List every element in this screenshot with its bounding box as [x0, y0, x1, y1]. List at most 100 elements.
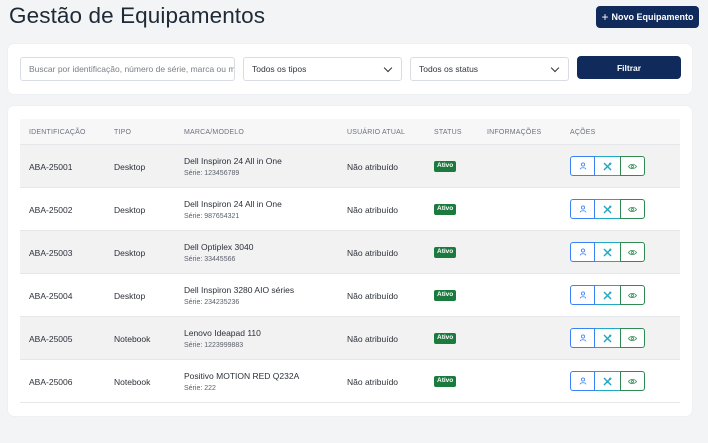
table-row: ABA-25003 Desktop Dell Optiplex 3040 Série:… — [20, 231, 680, 274]
column-header-type: TIPO — [114, 129, 132, 136]
maintenance-button[interactable] — [595, 242, 620, 262]
view-eye-icon — [628, 335, 637, 341]
equipment-brand-model: Dell Inspiron 24 All in One — [184, 156, 282, 166]
status-badge: Ativo — [434, 376, 457, 387]
view-details-button[interactable] — [620, 371, 645, 391]
assign-user-icon — [579, 334, 586, 342]
view-eye-icon — [628, 292, 637, 298]
assign-user-icon — [579, 291, 586, 299]
plus-icon: + — [601, 10, 609, 24]
filter-button[interactable]: Filtrar — [577, 56, 681, 79]
maintenance-tools-icon — [603, 377, 612, 385]
equipment-brand-model: Lenovo Ideapad 110 — [184, 328, 261, 338]
maintenance-tools-icon — [603, 291, 612, 299]
view-details-button[interactable] — [620, 156, 645, 176]
maintenance-tools-icon — [603, 162, 612, 170]
column-header-status: STATUS — [434, 129, 462, 136]
assign-user-button[interactable] — [570, 285, 595, 305]
equipment-brand-model: Positivo MOTION RED Q232A — [184, 371, 300, 381]
assign-user-button[interactable] — [570, 156, 595, 176]
row-actions — [570, 199, 645, 219]
current-user: Não atribuído — [347, 248, 399, 258]
equipment-type: Notebook — [114, 377, 151, 387]
row-actions — [570, 156, 645, 176]
status-badge: Ativo — [434, 333, 457, 344]
equipment-table: IDENTIFICAÇÃO TIPO MARCA/MODELO USUÁRIO … — [20, 119, 680, 403]
assign-user-icon — [579, 248, 586, 256]
view-eye-icon — [628, 163, 637, 169]
equipment-id: ABA-25006 — [29, 377, 73, 387]
column-header-information: INFORMAÇÕES — [487, 129, 542, 136]
page-title: Gestão de Equipamentos — [9, 3, 266, 28]
view-details-button[interactable] — [620, 328, 645, 348]
table-row: ABA-25005 Notebook Lenovo Ideapad 110 Série… — [20, 317, 680, 360]
equipment-serial: Série: 234235236 — [184, 299, 240, 306]
current-user: Não atribuído — [347, 205, 399, 215]
assign-user-button[interactable] — [570, 371, 595, 391]
row-actions — [570, 285, 645, 305]
maintenance-button[interactable] — [595, 371, 620, 391]
view-details-button[interactable] — [620, 199, 645, 219]
column-header-identification: IDENTIFICAÇÃO — [29, 129, 86, 136]
search-input[interactable]: Buscar por identificação, número de séri… — [20, 57, 235, 81]
status-badge: Ativo — [434, 161, 457, 172]
current-user: Não atribuído — [347, 334, 399, 344]
equipment-id: ABA-25001 — [29, 162, 73, 172]
row-actions — [570, 328, 645, 348]
equipment-type: Desktop — [114, 162, 146, 172]
view-details-button[interactable] — [620, 285, 645, 305]
maintenance-button[interactable] — [595, 328, 620, 348]
new-equipment-label: Novo Equipamento — [611, 12, 694, 22]
equipment-serial: Série: 987654321 — [184, 213, 240, 220]
equipment-serial: Série: 33445566 — [184, 256, 236, 263]
equipment-brand-model: Dell Inspiron 3280 AIO séries — [184, 285, 295, 295]
equipment-id: ABA-25004 — [29, 291, 73, 301]
assign-user-button[interactable] — [570, 199, 595, 219]
status-badge: Ativo — [434, 204, 457, 215]
equipment-id: ABA-25003 — [29, 248, 73, 258]
equipment-serial: Série: 1223999883 — [184, 342, 244, 349]
table-row: ABA-25001 Desktop Dell Inspiron 24 All in … — [20, 145, 680, 188]
equipment-serial: Série: 222 — [184, 385, 216, 392]
equipment-type: Desktop — [114, 248, 146, 258]
table-header: IDENTIFICAÇÃO TIPO MARCA/MODELO USUÁRIO … — [20, 119, 680, 145]
equipment-serial: Série: 123456789 — [184, 170, 240, 177]
row-actions — [570, 242, 645, 262]
column-header-current-user: USUÁRIO ATUAL — [347, 129, 406, 136]
status-select[interactable]: Todos os status — [410, 57, 569, 81]
page-header: Gestão de Equipamentos + Novo Equipament… — [9, 0, 699, 34]
maintenance-button[interactable] — [595, 156, 620, 176]
type-select-value: Todos os tipos — [252, 64, 307, 74]
equipment-id: ABA-25005 — [29, 334, 73, 344]
type-select[interactable]: Todos os tipos — [243, 57, 402, 81]
equipment-id: ABA-25002 — [29, 205, 73, 215]
new-equipment-button[interactable]: + Novo Equipamento — [596, 6, 699, 28]
table-row: ABA-25004 Desktop Dell Inspiron 3280 AIO s… — [20, 274, 680, 317]
current-user: Não atribuído — [347, 162, 399, 172]
assign-user-icon — [579, 205, 586, 213]
view-eye-icon — [628, 249, 637, 255]
assign-user-icon — [579, 162, 586, 170]
status-badge: Ativo — [434, 290, 457, 301]
equipment-table-card: IDENTIFICAÇÃO TIPO MARCA/MODELO USUÁRIO … — [8, 106, 692, 416]
assign-user-button[interactable] — [570, 242, 595, 262]
row-actions — [570, 371, 645, 391]
chevron-down-icon — [383, 63, 393, 72]
maintenance-tools-icon — [603, 334, 612, 342]
table-row: ABA-25002 Desktop Dell Inspiron 24 All in … — [20, 188, 680, 231]
table-row: ABA-25006 Notebook Positivo MOTION RED Q23… — [20, 360, 680, 403]
current-user: Não atribuído — [347, 377, 399, 387]
equipment-type: Desktop — [114, 291, 146, 301]
chevron-down-icon — [550, 63, 560, 72]
view-details-button[interactable] — [620, 242, 645, 262]
maintenance-button[interactable] — [595, 199, 620, 219]
status-select-value: Todos os status — [419, 64, 479, 74]
column-header-actions: AÇÕES — [570, 129, 596, 136]
view-eye-icon — [628, 206, 637, 212]
status-badge: Ativo — [434, 247, 457, 258]
assign-user-button[interactable] — [570, 328, 595, 348]
maintenance-button[interactable] — [595, 285, 620, 305]
equipment-brand-model: Dell Inspiron 24 All in One — [184, 199, 282, 209]
column-header-brand-model: MARCA/MODELO — [184, 129, 244, 136]
equipment-type: Notebook — [114, 334, 151, 344]
